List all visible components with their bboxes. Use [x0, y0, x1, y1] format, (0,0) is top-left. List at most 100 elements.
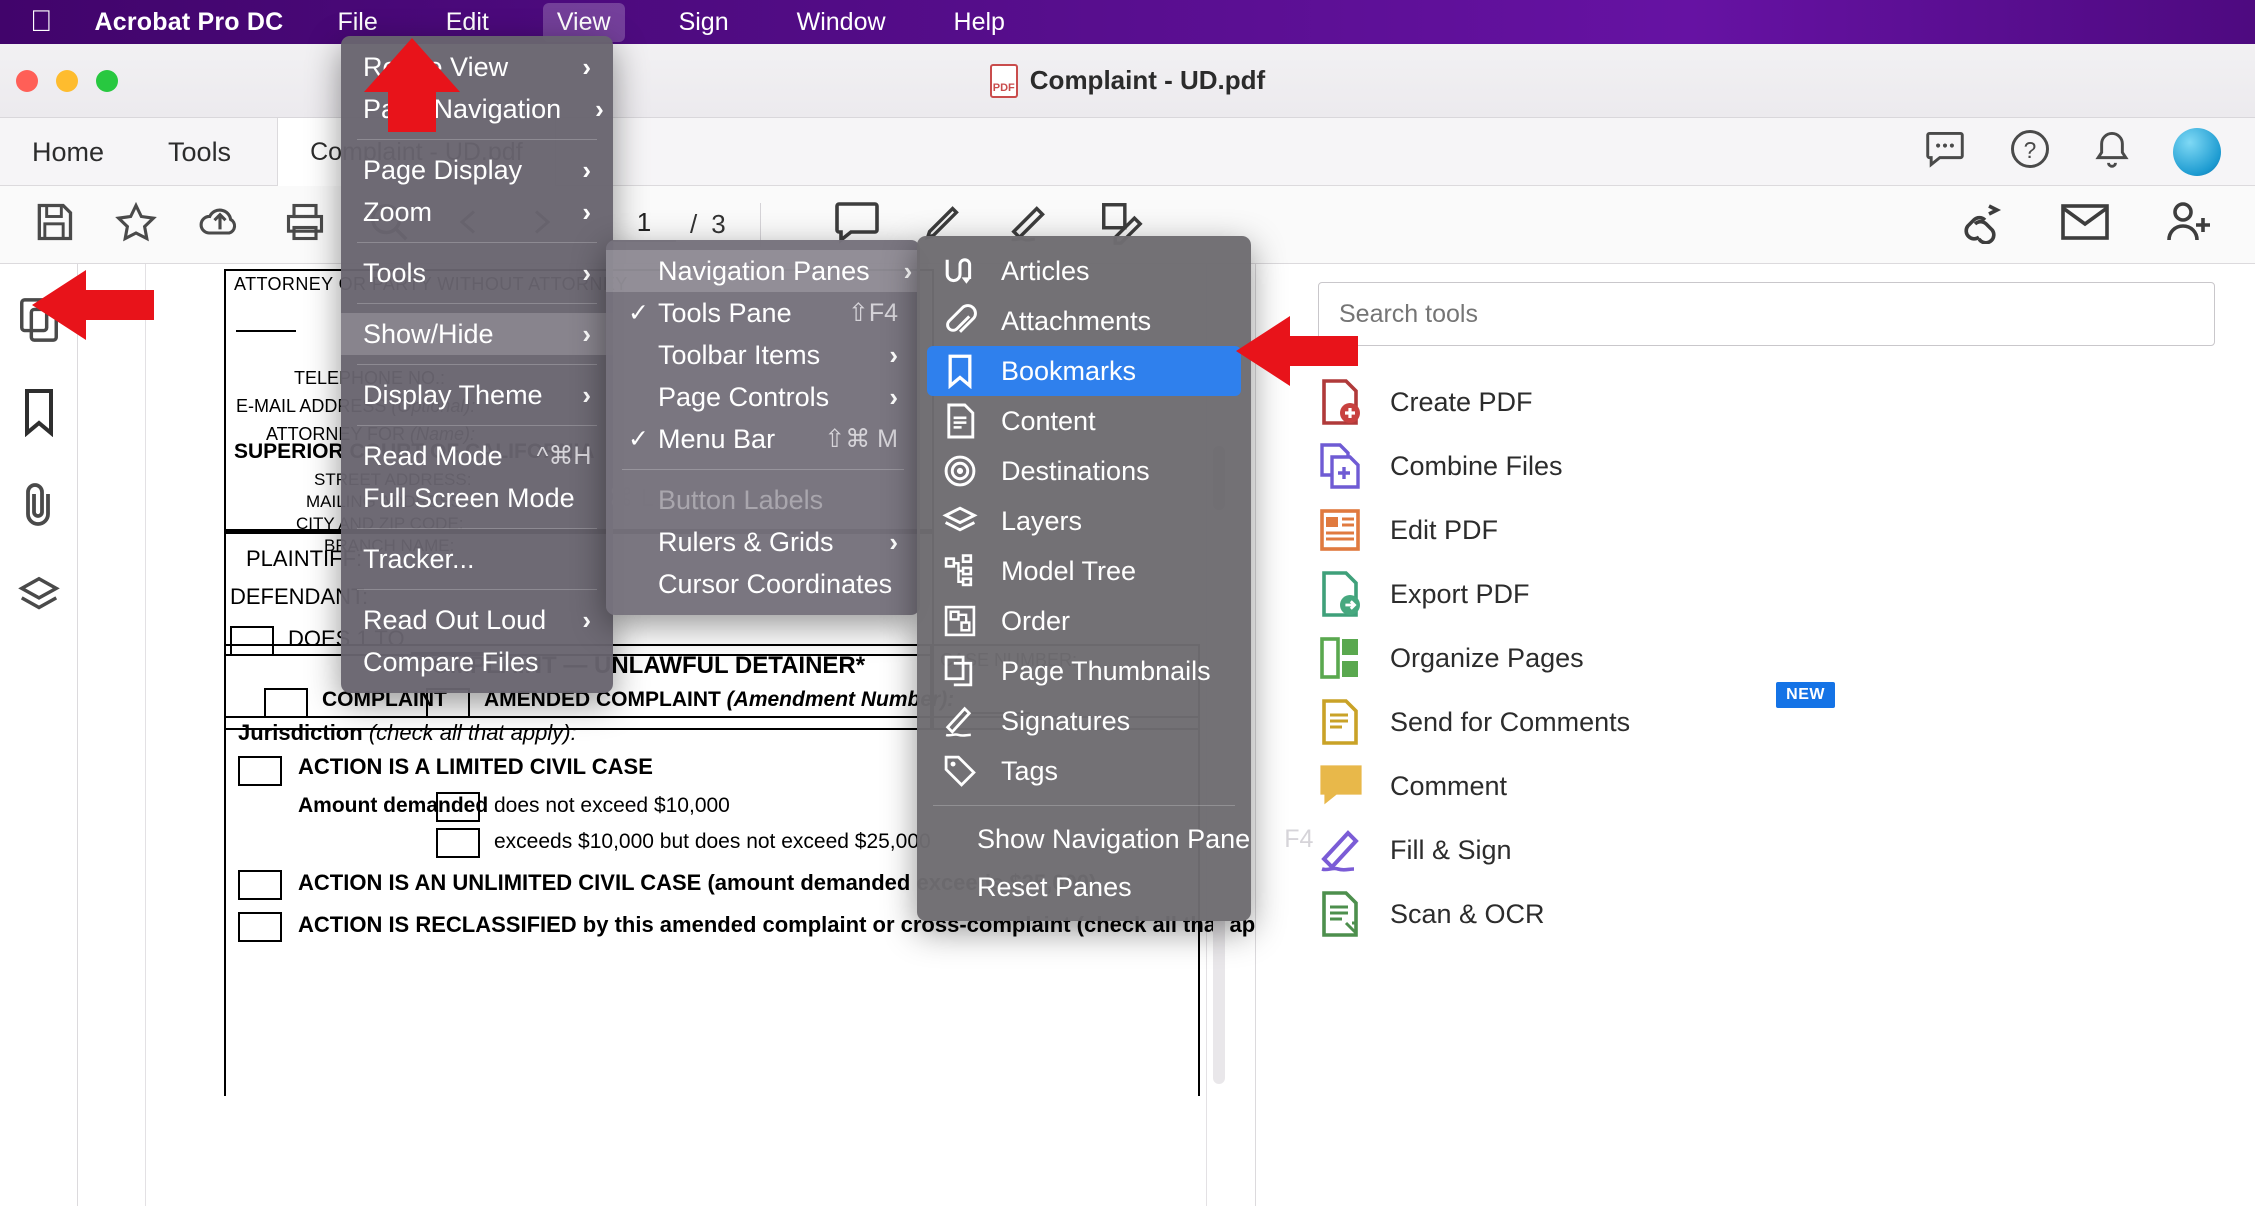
menu-item-zoom[interactable]: Zoom › — [341, 191, 613, 233]
navpane-item-order[interactable]: Order — [917, 596, 1251, 646]
menu-item-page-display[interactable]: Page Display › — [341, 149, 613, 191]
print-icon[interactable] — [282, 200, 328, 249]
menu-item-read-mode[interactable]: Read Mode ^⌘H — [341, 435, 613, 477]
tab-home[interactable]: Home — [0, 118, 136, 186]
add-to-favorites-star-icon[interactable] — [114, 200, 158, 249]
menu-item-full-screen-mode[interactable]: Full Screen Mode ⌘ L — [341, 477, 654, 519]
menu-separator — [357, 139, 597, 140]
save-to-cloud-icon[interactable] — [196, 200, 244, 249]
menu-item-compare-files[interactable]: Compare Files — [341, 641, 613, 683]
signature-icon — [939, 704, 981, 738]
submenu-item-label: Tools Pane — [658, 297, 792, 328]
submenu-item-cursor-coordinates[interactable]: Cursor Coordinates — [606, 563, 920, 605]
navpane-item-label: Order — [1001, 605, 1071, 636]
tool-label: Combine Files — [1390, 450, 1563, 481]
tool-fill-and-sign[interactable]: Fill & Sign — [1256, 818, 2255, 882]
search-tools-field[interactable] — [1318, 282, 2215, 346]
submenu-item-navigation-panes[interactable]: Navigation Panes › — [606, 250, 920, 292]
page-number-input[interactable] — [612, 207, 676, 242]
notifications-bell-icon[interactable] — [2093, 128, 2131, 175]
show-hide-submenu[interactable]: Navigation Panes › ✓ Tools Pane ⇧F4 Tool… — [606, 240, 920, 615]
menu-separator — [357, 425, 597, 426]
search-tools-input[interactable] — [1339, 299, 2194, 329]
navpane-item-model-tree[interactable]: Model Tree — [917, 546, 1251, 596]
navpane-item-bookmarks[interactable]: Bookmarks — [927, 346, 1241, 396]
articles-icon — [939, 255, 981, 287]
tool-export-pdf[interactable]: Export PDF — [1256, 562, 2255, 626]
chevron-right-icon: › — [889, 339, 898, 370]
navpane-item-articles[interactable]: Articles — [917, 246, 1251, 296]
menu-item-tools[interactable]: Tools › — [341, 252, 613, 294]
tool-combine-files[interactable]: Combine Files — [1256, 434, 2255, 498]
submenu-item-shortcut: ⇧⌘ M — [824, 425, 898, 453]
submenu-item-menu-bar[interactable]: ✓ Menu Bar ⇧⌘ M — [606, 418, 920, 460]
submenu-item-button-labels: Button Labels — [606, 479, 920, 521]
chevron-right-icon: › — [595, 93, 604, 124]
menu-item-show-hide[interactable]: Show/Hide › — [341, 313, 613, 355]
organize-pages-icon — [1318, 635, 1362, 681]
submenu-item-page-controls[interactable]: Page Controls › — [606, 376, 920, 418]
menu-item-display-theme[interactable]: Display Theme › — [341, 374, 613, 416]
menu-item-label: Read Out Loud — [363, 604, 547, 635]
menubar-item-sign[interactable]: Sign — [665, 3, 743, 42]
layers-icon — [939, 505, 981, 537]
navpane-item-label: Bookmarks — [1001, 355, 1137, 386]
help-icon[interactable]: ? — [2009, 128, 2051, 175]
submenu-item-toolbar-items[interactable]: Toolbar Items › — [606, 334, 920, 376]
menu-item-tracker[interactable]: Tracker... — [341, 538, 613, 580]
unlimited-case-checkbox[interactable] — [238, 870, 282, 900]
layers-rail-icon[interactable] — [16, 573, 62, 624]
tool-edit-pdf[interactable]: Edit PDF — [1256, 498, 2255, 562]
navigation-panes-submenu[interactable]: Articles Attachments Bookmarks Content D… — [917, 236, 1313, 921]
navpane-item-destinations[interactable]: Destinations — [917, 446, 1251, 496]
chevron-right-icon: › — [582, 379, 591, 410]
tab-strip-right-controls: ? — [1923, 127, 2255, 176]
tool-label: Edit PDF — [1390, 514, 1499, 545]
tool-create-pdf[interactable]: Create PDF — [1256, 370, 2255, 434]
navpane-item-reset-panes[interactable]: Reset Panes — [917, 863, 1251, 911]
email-icon[interactable] — [2059, 202, 2111, 247]
navpane-item-signatures[interactable]: Signatures — [917, 696, 1251, 746]
exceeds-checkbox[interactable] — [436, 828, 480, 858]
attachments-rail-icon[interactable] — [18, 480, 60, 535]
not-exceed-checkbox[interactable] — [436, 792, 480, 822]
navpane-item-label: Reset Panes — [977, 871, 1132, 902]
fill-sign-icon — [1318, 827, 1362, 873]
submenu-item-label: Navigation Panes — [658, 255, 870, 286]
limited-case-label: ACTION IS A LIMITED CIVIL CASE — [298, 754, 653, 779]
navpane-item-layers[interactable]: Layers — [917, 496, 1251, 546]
submenu-item-label: Page Controls — [658, 381, 830, 412]
menubar-item-window[interactable]: Window — [783, 3, 900, 42]
reclassified-checkbox[interactable] — [238, 912, 282, 942]
navpane-item-label: Page Thumbnails — [1001, 655, 1211, 686]
navpane-item-show-navigation-pane[interactable]: Show Navigation Pane F4 — [917, 815, 1313, 863]
share-link-icon[interactable] — [1955, 200, 2007, 249]
navpane-item-content[interactable]: Content — [917, 396, 1251, 446]
tool-comment[interactable]: Comment — [1256, 754, 2255, 818]
tool-send-for-comments[interactable]: Send for Comments NEW — [1256, 682, 2255, 754]
chevron-right-icon: › — [582, 318, 591, 349]
annotation-arrow-left-bookmarks-rail — [32, 270, 154, 340]
save-icon[interactable] — [32, 200, 76, 249]
tab-tools[interactable]: Tools — [136, 118, 263, 186]
toolbar-right-controls — [1955, 200, 2255, 249]
submenu-item-tools-pane[interactable]: ✓ Tools Pane ⇧F4 — [606, 292, 920, 334]
bookmarks-rail-icon[interactable] — [19, 387, 59, 442]
navpane-item-tags[interactable]: Tags — [917, 746, 1251, 796]
add-person-icon[interactable] — [2163, 200, 2215, 249]
tool-organize-pages[interactable]: Organize Pages — [1256, 626, 2255, 690]
chat-bubble-icon[interactable] — [1923, 130, 1967, 173]
user-avatar[interactable] — [2173, 127, 2221, 176]
menu-item-label: Page Display — [363, 154, 523, 185]
apple-icon[interactable]:  — [30, 7, 53, 37]
tool-scan-and-ocr[interactable]: Scan & OCR — [1256, 882, 2255, 946]
menu-item-read-out-loud[interactable]: Read Out Loud › — [341, 599, 613, 641]
navpane-item-page-thumbnails[interactable]: Page Thumbnails — [917, 646, 1251, 696]
menubar-item-help[interactable]: Help — [940, 3, 1019, 42]
menu-item-label: Show/Hide — [363, 318, 494, 349]
submenu-item-rulers-and-grids[interactable]: Rulers & Grids › — [606, 521, 920, 563]
view-menu[interactable]: Rotate View › Page Navigation › Page Dis… — [341, 36, 654, 693]
limited-case-checkbox[interactable] — [238, 756, 282, 786]
complaint-checkbox[interactable] — [264, 688, 308, 718]
navpane-item-attachments[interactable]: Attachments — [917, 296, 1251, 346]
